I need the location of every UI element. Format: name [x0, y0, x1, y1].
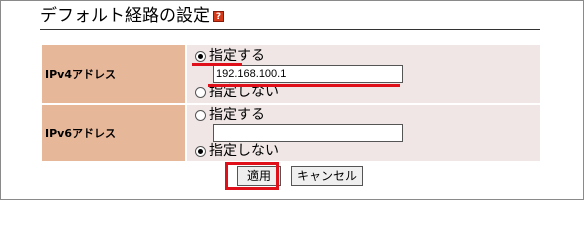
ipv4-not-specify-radio[interactable]	[195, 86, 206, 98]
ipv4-value-cell: 指定する 192.168.100.1 指定しない	[185, 43, 542, 105]
annotation-underline-specify	[192, 63, 242, 66]
annotation-box-apply	[225, 162, 279, 190]
annotation-underline-address	[208, 84, 400, 87]
ipv6-row: IPv6アドレス 指定する 指定しない	[40, 103, 542, 163]
ipv4-specify-radio[interactable]	[195, 50, 206, 62]
ipv4-address-input[interactable]: 192.168.100.1	[213, 65, 403, 83]
ipv6-specify-option[interactable]: 指定する	[195, 106, 540, 124]
ipv6-label: IPv6アドレス	[40, 103, 187, 163]
route-settings-table: IPv4アドレス 指定する 192.168.100.1 指定しない IPv6アド…	[40, 43, 542, 163]
ipv6-specify-label: 指定する	[209, 107, 265, 123]
ipv6-address-input[interactable]	[213, 124, 403, 142]
page-title-text: デフォルト経路の設定	[40, 6, 210, 26]
ipv6-not-specify-radio[interactable]	[195, 145, 206, 157]
title-divider	[40, 29, 540, 30]
ipv4-label: IPv4アドレス	[40, 43, 187, 105]
ipv4-row: IPv4アドレス 指定する 192.168.100.1 指定しない	[40, 43, 542, 105]
ipv6-specify-radio[interactable]	[195, 109, 206, 121]
ipv6-not-specify-option[interactable]: 指定しない	[195, 142, 540, 160]
ipv6-not-specify-label: 指定しない	[209, 143, 279, 159]
help-icon[interactable]: ?	[213, 10, 224, 22]
page-title: デフォルト経路の設定 ?	[40, 4, 224, 28]
ipv4-specify-option[interactable]: 指定する	[195, 47, 540, 65]
ipv6-value-cell: 指定する 指定しない	[185, 103, 542, 163]
cancel-button[interactable]: キャンセル	[291, 166, 363, 186]
